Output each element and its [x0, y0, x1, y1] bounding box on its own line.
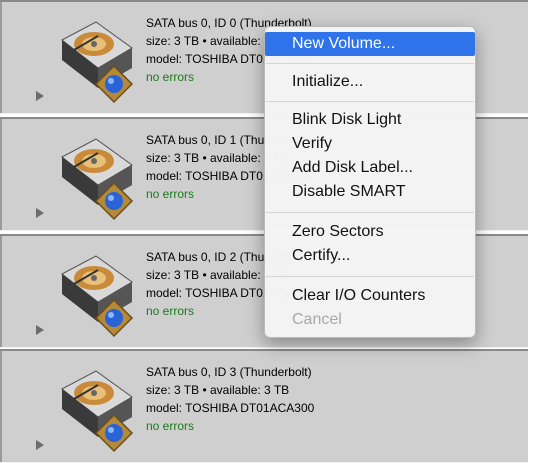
disk-size: size: 3 TB • available: 3 TB: [146, 383, 290, 397]
disk-row-3[interactable]: SATA bus 0, ID 3 (Thunderbolt) size: 3 T…: [0, 349, 528, 463]
menu-item-zero-sectors[interactable]: Zero Sectors: [265, 220, 475, 244]
menu-item-blink-disk-light[interactable]: Blink Disk Light: [265, 108, 475, 132]
menu-item-new-volume[interactable]: New Volume...: [265, 32, 475, 56]
disclosure-triangle-icon[interactable]: [36, 208, 44, 218]
menu-item-add-disk-label[interactable]: Add Disk Label...: [265, 156, 475, 180]
row-edge: [0, 351, 2, 462]
blue-globe-badge-icon: [94, 181, 134, 221]
menu-item-initialize[interactable]: Initialize...: [265, 70, 475, 94]
disk-info: SATA bus 0, ID 3 (Thunderbolt) size: 3 T…: [146, 363, 314, 435]
blue-globe-badge-icon: [94, 298, 134, 338]
row-edge: [0, 119, 2, 230]
menu-item-cancel: Cancel: [292, 311, 342, 328]
disk-status: no errors: [146, 419, 195, 433]
menu-separator: [266, 63, 474, 64]
menu-separator: [266, 101, 474, 102]
disclosure-triangle-icon[interactable]: [36, 325, 44, 335]
disk-bus: SATA bus 0, ID 3 (Thunderbolt): [146, 365, 312, 379]
disk-list-panel: SATA bus 0, ID 0 (Thunderbolt) size: 3 T…: [0, 0, 538, 463]
context-menu: New Volume... Initialize... Blink Disk L…: [264, 26, 476, 338]
menu-separator: [266, 212, 474, 213]
menu-item-clear-io-counters[interactable]: Clear I/O Counters: [265, 284, 475, 308]
row-edge: [0, 236, 2, 347]
disk-model: model: TOSHIBA DT01ACA300: [146, 401, 315, 415]
disclosure-triangle-icon[interactable]: [36, 91, 44, 101]
blue-globe-badge-icon: [94, 64, 134, 104]
row-edge: [0, 2, 2, 113]
menu-separator: [266, 276, 474, 277]
menu-item-disable-smart[interactable]: Disable SMART: [265, 180, 475, 204]
menu-item-certify[interactable]: Certify...: [265, 244, 475, 268]
menu-item-verify[interactable]: Verify: [265, 132, 475, 156]
blue-globe-badge-icon: [94, 413, 134, 453]
disclosure-triangle-icon[interactable]: [36, 440, 44, 450]
